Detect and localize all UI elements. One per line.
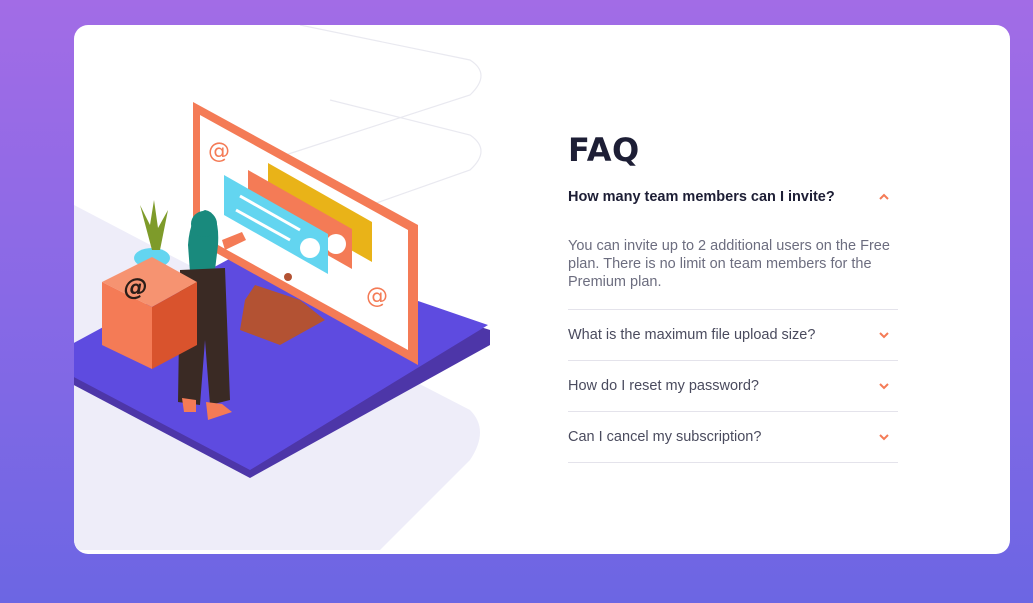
chevron-down-icon[interactable] [878, 380, 890, 392]
chevron-down-icon[interactable] [878, 329, 890, 341]
faq-question[interactable]: What is the maximum file upload size? [568, 327, 815, 343]
faq-question-toggle[interactable]: How do I reset my password? [568, 374, 898, 398]
faq-item[interactable]: How do I reset my password? [568, 374, 898, 412]
svg-text:@: @ [121, 273, 150, 301]
illustration-panel: @ @ @ [74, 25, 554, 554]
faq-item[interactable]: Can I cancel my subscription? [568, 425, 898, 463]
faq-question-toggle[interactable]: Can I cancel my subscription? [568, 425, 898, 449]
faq-question[interactable]: Can I cancel my subscription? [568, 429, 761, 445]
faq-item[interactable]: How many team members can I invite? You … [568, 185, 898, 310]
chevron-up-icon[interactable] [878, 191, 890, 203]
faq-question-toggle[interactable]: How many team members can I invite? [568, 185, 898, 209]
faq-question[interactable]: How do I reset my password? [568, 378, 759, 394]
faq-item[interactable]: What is the maximum file upload size? [568, 323, 898, 361]
svg-text:@: @ [208, 139, 230, 164]
faq-question[interactable]: How many team members can I invite? [568, 189, 835, 205]
faq-card: @ @ @ FAQ How many team members can I in… [74, 25, 1010, 554]
faq-question-toggle[interactable]: What is the maximum file upload size? [568, 323, 898, 347]
at-sign-box-icon: @ [102, 257, 202, 372]
svg-text:@: @ [366, 284, 388, 309]
faq-answer: You can invite up to 2 additional users … [568, 238, 890, 290]
faq-title: FAQ [568, 131, 640, 169]
chevron-down-icon[interactable] [878, 431, 890, 443]
